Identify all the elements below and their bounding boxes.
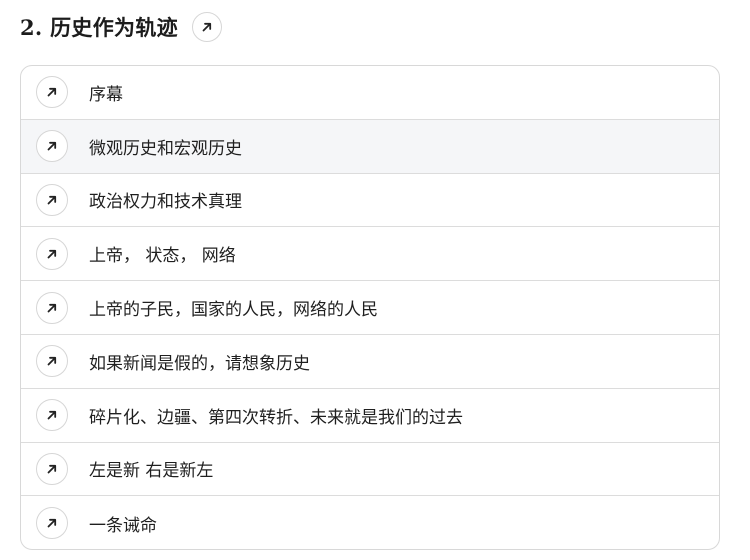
section-title: 2. 历史作为轨迹 — [20, 15, 178, 40]
list-item[interactable]: 序幕 — [21, 66, 719, 120]
arrow-up-right-icon — [45, 247, 59, 261]
list-item-label: 左是新 右是新左 — [89, 461, 214, 482]
list-item[interactable]: 微观历史和宏观历史 — [21, 119, 719, 174]
item-link-button[interactable] — [36, 76, 68, 109]
page: 2. 历史作为轨迹 序幕微观历史和宏观历史 政治权力和技术真理 上帝， 状态， 网络… — [0, 0, 750, 560]
list-item-label: 碎片化、边疆、第四次转折、未来就是我们的过去 — [89, 407, 463, 428]
list-item-label: 一条诫命 — [89, 515, 157, 536]
section-link-button[interactable] — [191, 12, 222, 42]
item-link-button[interactable] — [36, 399, 68, 432]
list-item-label: 如果新闻是假的，请想象历史 — [89, 353, 310, 374]
section-header: 2. 历史作为轨迹 — [20, 8, 222, 46]
list-item[interactable]: 一条诫命 — [21, 496, 719, 549]
list-item-label: 序幕 — [89, 84, 123, 105]
list-item-label: 上帝的子民，国家的人民，网络的人民 — [89, 300, 378, 321]
arrow-up-right-icon — [200, 20, 214, 34]
item-link-button[interactable] — [36, 183, 68, 216]
list-item[interactable]: 如果新闻是假的，请想象历史 — [21, 335, 719, 389]
arrow-up-right-icon — [45, 301, 59, 315]
item-link-button[interactable] — [36, 130, 68, 163]
item-link-button[interactable] — [36, 291, 68, 324]
list-item[interactable]: 左是新 右是新左 — [21, 443, 719, 497]
list-item[interactable]: 上帝的子民，国家的人民，网络的人民 — [21, 281, 719, 335]
list-item[interactable]: 碎片化、边疆、第四次转折、未来就是我们的过去 — [21, 389, 719, 443]
list-item[interactable]: 政治权力和技术真理 — [21, 174, 719, 228]
list-item-label: 政治权力和技术真理 — [89, 192, 242, 213]
item-link-button[interactable] — [36, 237, 68, 270]
list-item-label: 微观历史和宏观历史 — [89, 138, 242, 159]
arrow-up-right-icon — [45, 408, 59, 422]
chapter-list: 序幕微观历史和宏观历史 政治权力和技术真理 上帝， 状态， 网络上帝的子民，国家的人… — [20, 65, 720, 550]
arrow-up-right-icon — [45, 193, 59, 207]
item-link-button[interactable] — [36, 507, 68, 540]
arrow-up-right-icon — [45, 85, 59, 99]
item-link-button[interactable] — [36, 345, 68, 378]
item-link-button[interactable] — [36, 452, 68, 485]
arrow-up-right-icon — [45, 516, 59, 530]
arrow-up-right-icon — [45, 354, 59, 368]
list-item[interactable]: 上帝， 状态， 网络 — [21, 227, 719, 282]
list-item-label: 上帝， 状态， 网络 — [89, 246, 236, 267]
arrow-up-right-icon — [45, 139, 59, 153]
arrow-up-right-icon — [45, 462, 59, 476]
